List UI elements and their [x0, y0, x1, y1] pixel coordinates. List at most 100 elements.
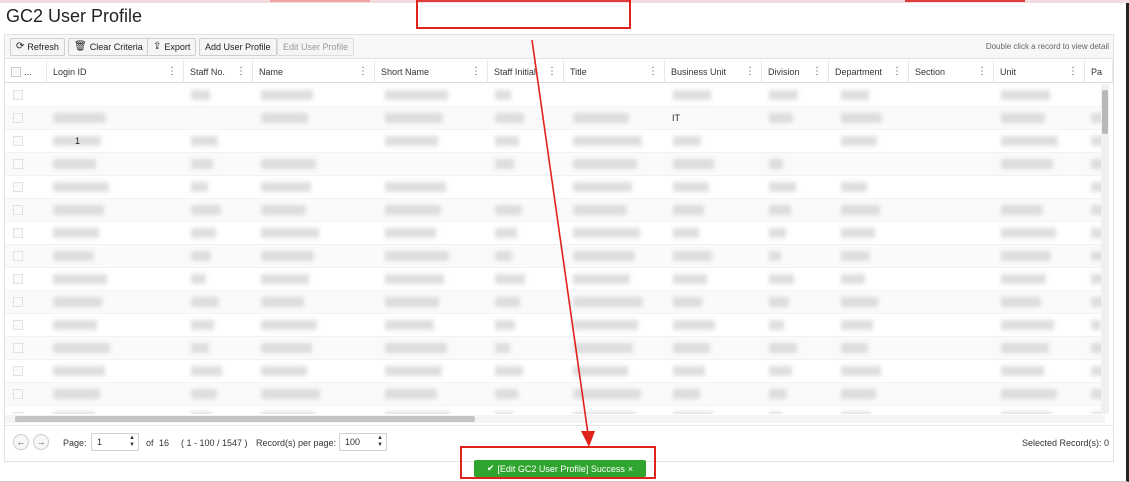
table-row[interactable]: [5, 291, 1105, 314]
redacted-cell: [261, 389, 320, 399]
redacted-cell: [495, 343, 510, 353]
kebab-icon[interactable]: ⋮: [471, 66, 481, 77]
add-user-profile-button[interactable]: Add User Profile: [199, 38, 277, 56]
column-header-division[interactable]: Division ⋮: [762, 60, 829, 83]
row-checkbox[interactable]: [13, 205, 23, 215]
column-header-section[interactable]: Section ⋮: [909, 60, 994, 83]
row-checkbox[interactable]: [13, 136, 23, 146]
total-pages: 16: [159, 438, 170, 448]
page-number-input[interactable]: 1 ▲ ▼: [91, 433, 139, 451]
redacted-cell: [1001, 251, 1051, 261]
column-header-label: Name: [259, 66, 284, 77]
spinner-icon[interactable]: ▲ ▼: [129, 435, 135, 449]
table-row[interactable]: [5, 130, 1105, 153]
row-checkbox[interactable]: [13, 412, 23, 414]
column-header-label: Unit: [1000, 66, 1017, 77]
table-row[interactable]: [5, 406, 1105, 414]
kebab-icon[interactable]: ⋮: [648, 66, 658, 77]
row-checkbox[interactable]: [13, 90, 23, 100]
row-checkbox[interactable]: [13, 159, 23, 169]
kebab-icon[interactable]: ⋮: [892, 66, 902, 77]
row-checkbox[interactable]: [13, 343, 23, 353]
cell-business-unit: IT: [672, 113, 680, 123]
kebab-icon[interactable]: ⋮: [1068, 66, 1078, 77]
per-page-input[interactable]: 100 ▲ ▼: [339, 433, 387, 451]
column-header-title[interactable]: Title ⋮: [564, 60, 665, 83]
column-header-staff-no[interactable]: Staff No. ⋮: [184, 60, 253, 83]
table-row[interactable]: [5, 107, 1105, 130]
kebab-icon[interactable]: ⋮: [358, 66, 368, 77]
redacted-cell: [1001, 228, 1056, 238]
row-checkbox[interactable]: [13, 182, 23, 192]
column-header-business-unit[interactable]: Business Unit ⋮: [665, 60, 762, 83]
column-header-staff-initial[interactable]: Staff Initial ⋮: [488, 60, 564, 83]
table-row[interactable]: [5, 199, 1105, 222]
table-row[interactable]: [5, 153, 1105, 176]
kebab-icon[interactable]: ⋮: [167, 66, 177, 77]
redacted-cell: [1001, 297, 1041, 307]
export-button[interactable]: ⇪ Export: [147, 38, 197, 56]
kebab-icon[interactable]: ⋮: [745, 66, 755, 77]
column-header-name[interactable]: Name ⋮: [253, 60, 375, 83]
horizontal-scrollbar[interactable]: [5, 415, 1105, 423]
trash-icon: 🗑: [74, 41, 87, 52]
spinner-icon[interactable]: ▲ ▼: [377, 435, 383, 449]
row-checkbox[interactable]: [13, 113, 23, 123]
row-checkbox[interactable]: [13, 366, 23, 376]
prev-page-button[interactable]: ←: [13, 434, 29, 450]
select-all-checkbox[interactable]: [11, 66, 21, 77]
scroll-thumb[interactable]: [1102, 90, 1108, 134]
kebab-icon[interactable]: ⋮: [547, 66, 557, 77]
column-header-select[interactable]: ...: [5, 60, 47, 83]
redacted-cell: [673, 366, 705, 376]
column-header-login-id[interactable]: Login ID ⋮: [47, 60, 184, 83]
edit-user-profile-button[interactable]: Edit User Profile: [277, 38, 355, 56]
column-header-label: Division: [768, 66, 800, 77]
column-header-short-name[interactable]: Short Name ⋮: [375, 60, 488, 83]
row-checkbox[interactable]: [13, 320, 23, 330]
redacted-cell: [53, 113, 106, 123]
row-checkbox[interactable]: [13, 274, 23, 284]
redacted-cell: [53, 228, 99, 238]
close-icon[interactable]: ×: [628, 464, 633, 474]
kebab-icon[interactable]: ⋮: [977, 66, 987, 77]
table-row[interactable]: [5, 383, 1105, 406]
redacted-cell: [495, 90, 511, 100]
row-checkbox[interactable]: [13, 297, 23, 307]
column-header-unit[interactable]: Unit ⋮: [994, 60, 1085, 83]
vertical-scrollbar[interactable]: [1101, 84, 1109, 414]
refresh-label: Refresh: [27, 42, 59, 52]
column-header-department[interactable]: Department ⋮: [829, 60, 909, 83]
kebab-icon[interactable]: ⋮: [236, 66, 246, 77]
table-row[interactable]: [5, 337, 1105, 360]
table-row[interactable]: [5, 314, 1105, 337]
redacted-cell: [495, 389, 518, 399]
redacted-cell: [1001, 366, 1044, 376]
table-row[interactable]: [5, 84, 1105, 107]
table-row[interactable]: [5, 222, 1105, 245]
redacted-cell: [673, 412, 713, 414]
redacted-cell: [495, 136, 519, 146]
redacted-cell: [191, 389, 217, 399]
scroll-thumb[interactable]: [15, 416, 475, 422]
redacted-cell: [191, 90, 210, 100]
success-toast[interactable]: ✔ [Edit GC2 User Profile] Success ×: [474, 460, 646, 477]
row-checkbox[interactable]: [13, 228, 23, 238]
table-row[interactable]: [5, 360, 1105, 383]
refresh-button[interactable]: ⟳ Refresh: [10, 38, 65, 56]
column-header-pa[interactable]: Pa: [1085, 60, 1113, 83]
row-checkbox[interactable]: [13, 389, 23, 399]
redacted-cell: [191, 205, 221, 215]
redacted-cell: [841, 366, 881, 376]
table-row[interactable]: [5, 176, 1105, 199]
table-row[interactable]: [5, 245, 1105, 268]
table-row[interactable]: [5, 268, 1105, 291]
arrow-right-icon: →: [36, 437, 46, 447]
redacted-cell: [769, 274, 794, 284]
row-checkbox[interactable]: [13, 251, 23, 261]
next-page-button[interactable]: →: [33, 434, 49, 450]
kebab-icon[interactable]: ⋮: [812, 66, 822, 77]
clear-criteria-button[interactable]: 🗑 Clear Criteria: [68, 38, 149, 56]
redacted-cell: [191, 366, 222, 376]
redacted-cell: [495, 159, 514, 169]
